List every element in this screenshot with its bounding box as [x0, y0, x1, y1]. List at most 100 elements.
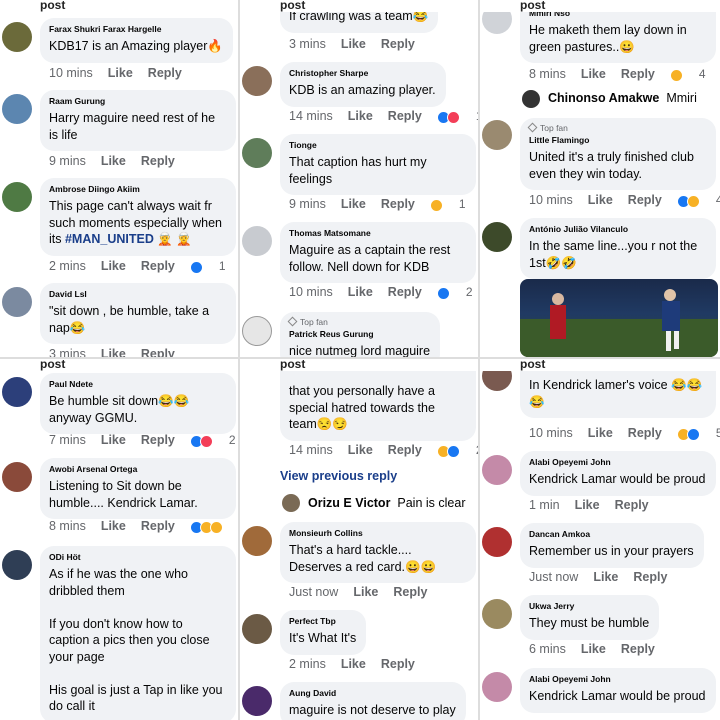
avatar[interactable]	[482, 455, 512, 485]
reply-button[interactable]: Reply	[621, 642, 655, 656]
reply-button[interactable]: Reply	[141, 259, 175, 273]
reply-button[interactable]: Reply	[141, 154, 175, 168]
reply-preview[interactable]: Orizu E Victor Pain is clear	[240, 494, 478, 514]
avatar[interactable]	[482, 222, 512, 252]
like-button[interactable]: Like	[341, 37, 366, 51]
timestamp: Just now	[289, 585, 339, 599]
reaction-summary[interactable]	[676, 427, 700, 441]
like-button[interactable]: Like	[588, 193, 613, 207]
avatar[interactable]	[2, 94, 32, 124]
like-button[interactable]: Like	[101, 519, 126, 533]
like-button[interactable]: Like	[101, 154, 126, 168]
like-button[interactable]: Like	[353, 585, 378, 599]
reply-button[interactable]: Reply	[393, 585, 427, 599]
avatar[interactable]	[242, 316, 272, 346]
like-button[interactable]: Like	[101, 259, 126, 273]
author-name[interactable]: Dancan Amkoa	[529, 529, 694, 540]
author-name[interactable]: Awobi Arsenal Ortega	[49, 464, 226, 475]
panel-6: post Joel Peters In Kendrick lamer's voi…	[480, 359, 720, 720]
comment-text: It's What It's	[289, 631, 357, 645]
reaction-summary[interactable]	[676, 194, 700, 208]
comment-text: that you personally have a special hatre…	[289, 384, 439, 431]
author-name[interactable]: Aung David	[289, 688, 456, 699]
author-name[interactable]: António Julião Vilanculo	[529, 224, 706, 235]
author-name[interactable]: Tionge	[289, 140, 466, 151]
author-name[interactable]: Perfect Tbp	[289, 616, 356, 627]
avatar[interactable]	[482, 527, 512, 557]
like-button[interactable]: Like	[341, 657, 366, 671]
view-previous-reply-link[interactable]: View previous reply	[280, 469, 397, 483]
like-button[interactable]: Like	[581, 67, 606, 81]
like-button[interactable]: Like	[341, 197, 366, 211]
reaction-summary[interactable]	[189, 434, 213, 448]
hashtag-link[interactable]: #MAN_UNITED	[65, 232, 154, 246]
reaction-summary[interactable]	[189, 520, 223, 534]
like-button[interactable]: Like	[101, 347, 126, 357]
reply-button[interactable]: Reply	[621, 67, 655, 81]
like-button[interactable]: Like	[593, 570, 618, 584]
avatar[interactable]	[242, 686, 272, 716]
reaction-summary[interactable]	[429, 198, 443, 212]
reply-button[interactable]: Reply	[141, 347, 175, 357]
like-button[interactable]: Like	[348, 443, 373, 457]
author-name[interactable]: ODi Höt	[49, 552, 226, 563]
author-name[interactable]: Ambrose Diingo Akiim	[49, 184, 226, 195]
author-name[interactable]: Ukwa Jerry	[529, 601, 649, 612]
reply-button[interactable]: Reply	[388, 443, 422, 457]
avatar[interactable]	[2, 22, 32, 52]
author-name[interactable]: Alabi Opeyemi John	[529, 457, 706, 468]
like-button[interactable]: Like	[581, 642, 606, 656]
author-name[interactable]: Farax Shukri Farax Hargelle	[49, 24, 223, 35]
reply-button[interactable]: Reply	[628, 193, 662, 207]
author-name[interactable]: Alabi Opeyemi John	[529, 674, 706, 685]
reply-button[interactable]: Reply	[615, 498, 649, 512]
avatar[interactable]	[242, 614, 272, 644]
avatar[interactable]	[2, 287, 32, 317]
avatar[interactable]	[2, 462, 32, 492]
reaction-summary[interactable]	[436, 286, 450, 300]
avatar[interactable]	[482, 672, 512, 702]
reaction-summary[interactable]	[436, 110, 460, 124]
reaction-summary[interactable]	[189, 260, 203, 274]
avatar[interactable]	[242, 526, 272, 556]
reply-button[interactable]: Reply	[388, 109, 422, 123]
reply-button[interactable]: Reply	[381, 197, 415, 211]
author-name[interactable]: Thomas Matsomane	[289, 228, 466, 239]
author-name[interactable]: Raam Gurung	[49, 96, 226, 107]
reply-button[interactable]: Reply	[148, 66, 182, 80]
comment-actions: 2 mins Like Reply 1	[49, 259, 238, 274]
avatar[interactable]	[2, 550, 32, 580]
reply-button[interactable]: Reply	[633, 570, 667, 584]
avatar[interactable]	[2, 377, 32, 407]
reply-button[interactable]: Reply	[628, 426, 662, 440]
attached-football-photo[interactable]	[520, 279, 718, 357]
avatar[interactable]	[242, 138, 272, 168]
like-button[interactable]: Like	[575, 498, 600, 512]
avatar[interactable]	[482, 120, 512, 150]
reaction-summary[interactable]	[436, 444, 460, 458]
like-button[interactable]: Like	[348, 109, 373, 123]
avatar[interactable]	[242, 226, 272, 256]
reply-button[interactable]: Reply	[381, 657, 415, 671]
author-name[interactable]: David Lsl	[49, 289, 226, 300]
like-button[interactable]: Like	[108, 66, 133, 80]
author-name[interactable]: Monsieurh Collins	[289, 528, 466, 539]
avatar[interactable]	[242, 66, 272, 96]
reply-preview[interactable]: Chinonso Amakwe Mmiri	[480, 90, 720, 110]
reply-button[interactable]: Reply	[141, 519, 175, 533]
author-name[interactable]: Patrick Reus Gurung	[289, 329, 430, 340]
reaction-summary[interactable]	[669, 68, 683, 82]
reply-button[interactable]: Reply	[141, 433, 175, 447]
author-name[interactable]: Little Flamingo	[529, 135, 706, 146]
reply-button[interactable]: Reply	[381, 37, 415, 51]
panel-2: post If crawling was a team😂 3 mins Like R…	[240, 0, 478, 357]
author-name[interactable]: Paul Ndete	[49, 379, 226, 390]
avatar[interactable]	[482, 599, 512, 629]
like-button[interactable]: Like	[101, 433, 126, 447]
reply-button[interactable]: Reply	[388, 285, 422, 299]
avatar[interactable]	[2, 182, 32, 212]
like-button[interactable]: Like	[588, 426, 613, 440]
author-name[interactable]: Christopher Sharpe	[289, 68, 436, 79]
comment-text: Be humble sit down😂😂anyway GGMU.	[49, 394, 190, 425]
like-button[interactable]: Like	[348, 285, 373, 299]
